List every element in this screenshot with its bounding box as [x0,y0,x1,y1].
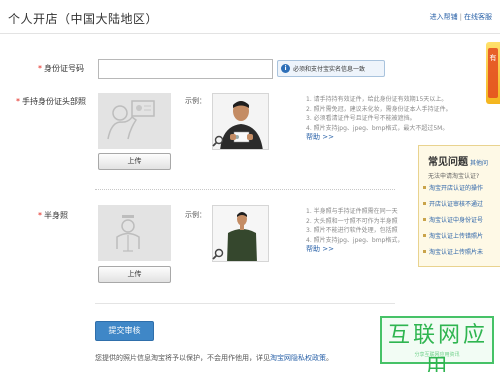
headshot-rules: 1. 请手持持有效证件，给此身份证有效期15天以上。 2. 照片需免冠，建议未化… [306,95,452,143]
headshot-rule-4: 4. 照片支持jpg、jpeg、bmp格式，最大不超过5M。 [306,124,449,132]
headshot-rule-3: 3. 必须看清证件号且证件号不能被遮挡。 [306,115,416,122]
survey-side-tab[interactable]: 有 [486,42,500,104]
halfbody-rule-1: 1. 半身照与手持证件照需在同一天 [306,208,398,215]
halfbody-rule-4: 4. 照片支持jpg、jpeg、bmp格式， [306,236,404,244]
privacy-policy-link[interactable]: 淘宝网隐私权政策 [270,354,326,362]
halfbody-rules: 1. 半身照与手持证件照需在同一天 2. 大头照和一寸照不可作为半身照 3. 照… [306,207,418,255]
watermark-text: 互联网应用 [387,323,488,372]
headshot-example-label: 示例： [185,97,206,105]
section-divider [95,189,395,190]
submit-review-button[interactable]: 提交审核 [95,321,154,341]
enter-help-link[interactable]: 进入帮铺 [430,13,458,21]
bottom-divider [95,303,395,304]
halfbody-rule-3: 3. 照片不能进行软件处理，包括照 [306,227,398,234]
halfbody-help-link[interactable]: 帮助 >> [306,245,418,255]
headshot-zoom-icon[interactable] [212,135,224,147]
survey-tab-char-1: 有 [490,53,497,62]
faq-title: 常见问题 其他问 [428,157,489,168]
faq-item[interactable]: 淘宝开店认证的操作 [429,183,483,192]
headshot-upload-button[interactable]: 上传 [98,153,171,170]
faq-item[interactable]: 淘宝认证上传错照片 [429,231,483,240]
faq-panel: 常见问题 其他问 无法申请淘宝认证? 淘宝开店认证的操作 开店认证审核不通过 淘宝… [418,145,500,267]
faq-item[interactable]: 淘宝认证中身份证号 [429,215,483,224]
halfbody-example-label: 示例： [185,211,206,219]
faq-bullet [423,186,426,189]
headshot-rule-2: 2. 照片需免冠，建议未化妆，需身份证本人手持证件。 [306,105,452,113]
halfbody-placeholder [98,205,171,261]
survey-tab-graphic: 有 [488,48,498,98]
headshot-rule-1: 1. 请手持持有效证件，给此身份证有效期15天以上。 [306,96,448,103]
faq-bullet [423,202,426,205]
id-number-input[interactable] [98,59,273,79]
halfbody-label: * 半身照 [38,211,68,220]
faq-other-link[interactable]: 其他问 [470,160,488,167]
id-hint-text: 必须和支付宝实名信息一致 [293,66,366,73]
faq-item[interactable]: 开店认证审核不通过 [429,199,483,208]
faq-item[interactable]: 淘宝认证上传照片未 [429,247,483,256]
halfbody-zoom-icon[interactable] [212,248,224,260]
magnifier-icon [212,248,224,260]
id-card-person-icon [107,100,155,140]
halfbody-rule-2: 2. 大头照和一寸照不可作为半身照 [306,217,398,225]
title-divider [0,33,500,34]
faq-bullet [423,218,426,221]
headshot-help-link[interactable]: 帮助 >> [306,133,452,143]
info-icon: i [281,64,290,73]
page-title: 个人开店（中国大陆地区） [8,12,159,26]
faq-tip: 无法申请淘宝认证? [428,173,480,180]
online-service-link[interactable]: 在线客服 [464,13,492,21]
person-silhouette-icon [116,215,140,252]
header-links: 进入帮铺 | 在线客服 [430,12,492,22]
header-link-separator: | [459,13,462,21]
id-hint-box: i 必须和支付宝实名信息一致 [277,60,385,77]
watermark-subtext: 分享互联网应用资讯 [414,352,460,358]
faq-bullet [423,250,426,253]
faq-bullet [423,234,426,237]
halfbody-upload-button[interactable]: 上传 [98,266,171,283]
magnifier-icon [212,135,224,147]
id-number-label: * 身份证号码 [38,64,84,73]
headshot-placeholder [98,93,171,149]
site-watermark-logo: 互联网应用 分享互联网应用资讯 [380,316,494,372]
headshot-label: * 手持身份证头部照 [16,97,86,106]
privacy-notice: 您提供的照片信息淘宝将予以保护，不会用作他用，详见淘宝网隐私权政策。 [95,354,333,362]
